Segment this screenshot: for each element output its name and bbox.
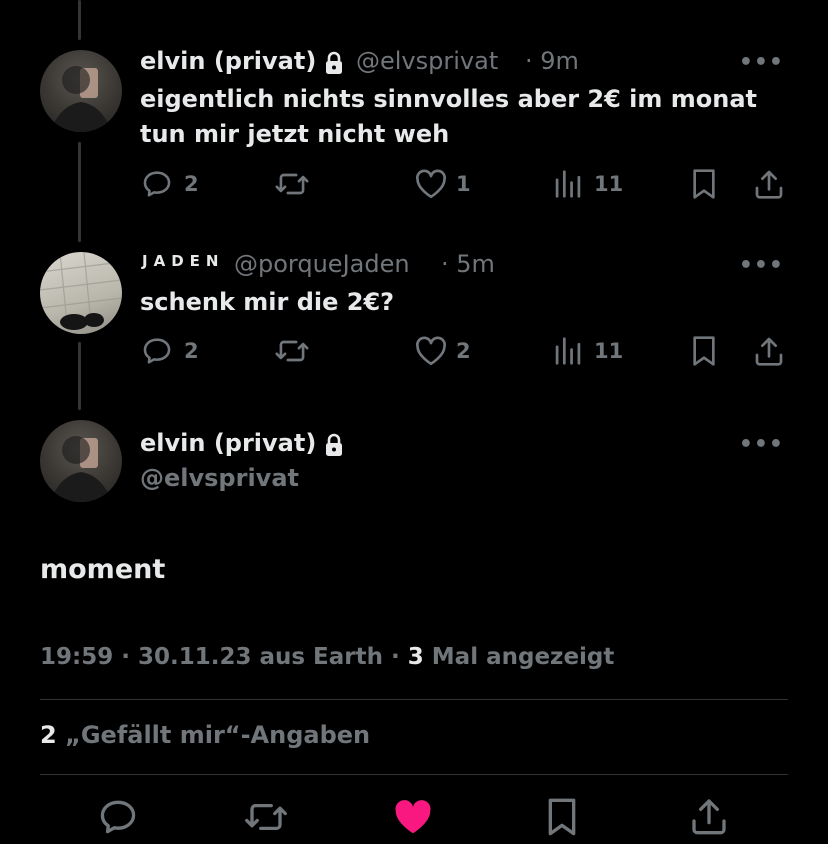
retweet-button[interactable] (274, 331, 310, 371)
bookmark-icon (690, 335, 718, 367)
views-icon (554, 336, 582, 366)
tweet-actions: 2 2 11 (140, 331, 790, 371)
tweet-time[interactable]: · 5m (441, 250, 495, 278)
bookmark-button[interactable] (690, 331, 718, 371)
tweet-text-line: schenk mir die 2€? (140, 288, 395, 316)
bookmark-icon (690, 168, 718, 200)
author-name[interactable]: JADEN (142, 252, 224, 270)
tweet-text: moment (40, 554, 166, 585)
like-button[interactable] (391, 797, 435, 841)
thread-line-top (78, 0, 81, 40)
reply-count: 2 (184, 339, 199, 363)
retweet-icon (274, 334, 310, 368)
heart-icon (414, 335, 448, 367)
tweet-time[interactable]: · 9m (525, 47, 579, 75)
reply-button[interactable]: 2 (140, 164, 199, 204)
divider (40, 699, 788, 700)
tweet-text-line: eigentlich nichts sinnvolles aber 2€ im … (140, 85, 758, 113)
likes-summary[interactable]: 2 „Gefällt mir“-Angaben (40, 721, 370, 749)
lock-icon (324, 51, 344, 79)
reply-button[interactable]: 2 (140, 331, 199, 371)
share-button[interactable] (690, 796, 728, 840)
like-count: 2 (456, 339, 471, 363)
reply-icon (96, 800, 140, 843)
share-icon (754, 335, 784, 367)
lock-icon (324, 433, 344, 461)
heart-icon (414, 168, 448, 200)
more-options-icon[interactable]: ••• (739, 253, 784, 278)
share-button[interactable] (754, 164, 784, 204)
views-number: 3 (407, 644, 424, 670)
views-count: 11 (594, 339, 624, 363)
more-options-icon[interactable]: ••• (739, 50, 784, 75)
views-button[interactable]: 11 (554, 164, 623, 204)
author-handle[interactable]: @porqueJaden (234, 250, 410, 278)
likes-number: 2 (40, 721, 57, 749)
avatar[interactable] (40, 420, 122, 502)
heart-filled-icon (391, 800, 435, 841)
views-count: 11 (594, 172, 624, 196)
tweet-metadata: 19:59 · 30.11.23 aus Earth · 3 Mal angez… (40, 644, 614, 670)
bookmark-button[interactable] (545, 797, 579, 841)
like-count: 1 (456, 172, 471, 196)
bookmark-icon (545, 798, 579, 841)
more-options-icon[interactable]: ••• (739, 432, 784, 457)
thread-line-2 (78, 342, 81, 410)
views-button[interactable]: 11 (554, 331, 623, 371)
views-icon (554, 169, 582, 199)
author-name[interactable]: elvin (privat) (140, 47, 316, 75)
divider (40, 774, 788, 775)
views-label: Mal angezeigt (431, 644, 615, 670)
reply-icon (140, 167, 174, 201)
tweet-text-line: tun mir jetzt nicht weh (140, 120, 450, 148)
tweet-timestamp[interactable]: 19:59 · 30.11.23 aus Earth · (40, 644, 400, 670)
avatar[interactable] (40, 252, 122, 334)
like-button[interactable]: 1 (414, 164, 471, 204)
reply-count: 2 (184, 172, 199, 196)
reply-icon (140, 334, 174, 368)
author-name[interactable]: elvin (privat) (140, 429, 316, 457)
retweet-button[interactable] (243, 796, 289, 842)
bookmark-button[interactable] (690, 164, 718, 204)
thread-line-1 (78, 142, 81, 242)
share-icon (690, 799, 728, 840)
share-button[interactable] (754, 331, 784, 371)
avatar[interactable] (40, 50, 122, 132)
reply-button[interactable] (96, 795, 140, 843)
retweet-icon (274, 167, 310, 201)
share-icon (754, 168, 784, 200)
tweet-actions: 2 1 11 (140, 164, 790, 204)
like-button[interactable]: 2 (414, 331, 471, 371)
likes-label: „Gefällt mir“-Angaben (65, 721, 371, 749)
author-handle[interactable]: @elvsprivat (140, 464, 299, 492)
author-handle[interactable]: @elvsprivat (356, 47, 498, 75)
retweet-icon (243, 803, 289, 842)
retweet-button[interactable] (274, 164, 310, 204)
